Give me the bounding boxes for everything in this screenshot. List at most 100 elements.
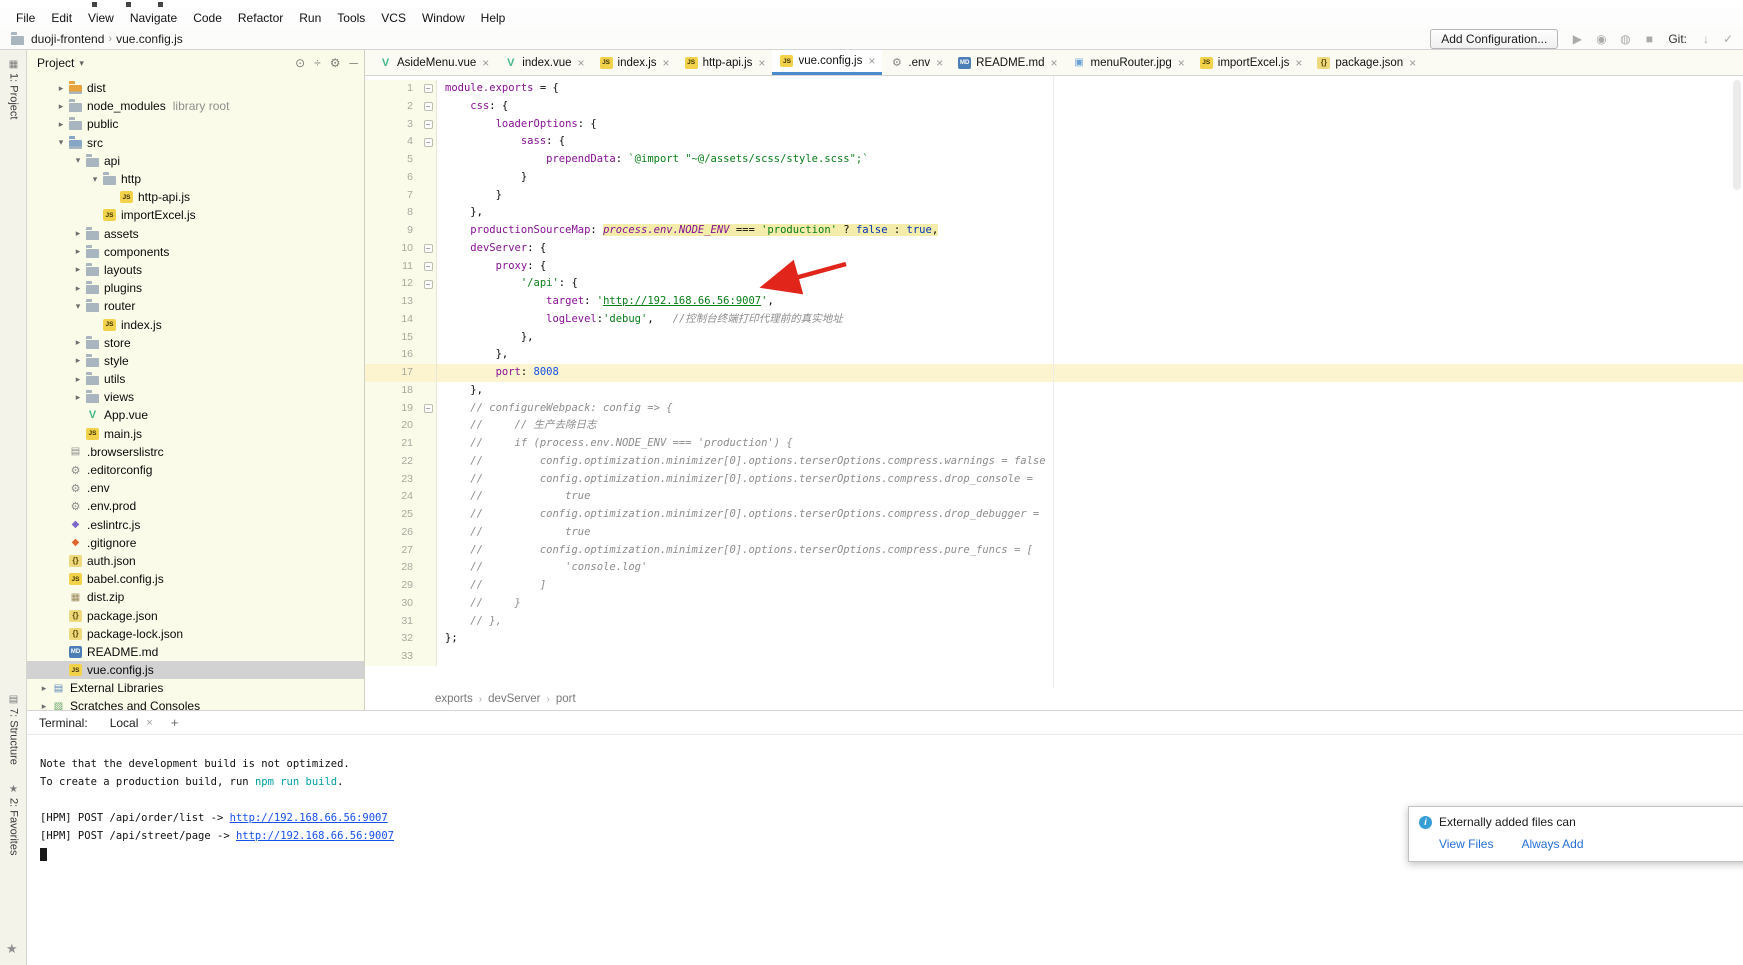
tree-item-babel-config-js[interactable]: JSbabel.config.js — [27, 570, 364, 588]
tab-readme-md[interactable]: MDREADME.md× — [950, 50, 1064, 75]
tree-item-eslintrc-js[interactable]: ◆.eslintrc.js — [27, 516, 364, 534]
tree-item-env[interactable]: ⚙.env — [27, 479, 364, 497]
code-line-23[interactable]: 23 // config.optimization.minimizer[0].o… — [365, 471, 1743, 489]
fold-marker[interactable]: − — [420, 84, 436, 93]
chevron-right-icon[interactable]: ▸ — [71, 228, 85, 239]
fold-icon[interactable]: − — [424, 138, 433, 147]
fold-icon[interactable]: − — [424, 102, 433, 111]
tree-item-external-libraries[interactable]: ▸▤External Libraries — [27, 679, 364, 697]
tree-item-node-modules[interactable]: ▸node_moduleslibrary root — [27, 97, 364, 115]
tree-item-components[interactable]: ▸components — [27, 243, 364, 261]
code-line-2[interactable]: 2− css: { — [365, 98, 1743, 116]
breadcrumb-devserver[interactable]: devServer — [486, 693, 542, 705]
code-editor[interactable]: 1−module.exports = {2− css: {3− loaderOp… — [365, 76, 1743, 688]
fold-marker[interactable]: − — [420, 138, 436, 147]
chevron-right-icon[interactable]: ▸ — [37, 701, 51, 710]
tool-window-button-1-project[interactable]: ▦1: Project — [0, 56, 27, 119]
chevron-right-icon[interactable]: ▸ — [71, 246, 85, 257]
tab-menurouter-jpg[interactable]: ▣menuRouter.jpg× — [1065, 50, 1192, 75]
tree-item-auth-json[interactable]: {}auth.json — [27, 552, 364, 570]
breadcrumb-exports[interactable]: exports — [433, 693, 475, 705]
tab-package-json[interactable]: {}package.json× — [1309, 50, 1423, 75]
code-line-6[interactable]: 6 } — [365, 169, 1743, 187]
settings-icon[interactable]: ⚙ — [330, 56, 341, 70]
code-line-33[interactable]: 33 — [365, 648, 1743, 666]
code-line-8[interactable]: 8 }, — [365, 204, 1743, 222]
tree-item-index-js[interactable]: JSindex.js — [27, 315, 364, 333]
debug-icon[interactable]: ◉ — [1592, 32, 1610, 46]
profile-icon[interactable]: ◍ — [1616, 32, 1634, 46]
chevron-down-icon[interactable]: ▾ — [71, 301, 85, 312]
tree-item-app-vue[interactable]: VApp.vue — [27, 406, 364, 424]
terminal-tab-local[interactable]: Local × — [106, 714, 157, 732]
favorites-star-icon[interactable]: ★ — [6, 941, 18, 957]
git-update-icon[interactable]: ↓ — [1697, 32, 1715, 46]
notification-action-always-add[interactable]: Always Add — [1521, 837, 1583, 851]
chevron-right-icon[interactable]: ▸ — [71, 392, 85, 403]
tree-item-package-lock-json[interactable]: {}package-lock.json — [27, 625, 364, 643]
chevron-right-icon[interactable]: ▸ — [54, 83, 68, 94]
tab-importexcel-js[interactable]: JSimportExcel.js× — [1192, 50, 1310, 75]
tree-item-browserslistrc[interactable]: ▤.browserslistrc — [27, 443, 364, 461]
tree-item-api[interactable]: ▾api — [27, 152, 364, 170]
tree-item-http[interactable]: ▾http — [27, 170, 364, 188]
add-configuration-button[interactable]: Add Configuration... — [1430, 29, 1558, 49]
menu-item-window[interactable]: Window — [414, 9, 473, 27]
fold-marker[interactable]: − — [420, 280, 436, 289]
code-line-4[interactable]: 4− sass: { — [365, 133, 1743, 151]
code-line-17[interactable]: 17 port: 8008 — [365, 364, 1743, 382]
menu-item-vcs[interactable]: VCS — [373, 9, 414, 27]
new-terminal-button[interactable]: + — [171, 715, 179, 730]
code-line-9[interactable]: 9 productionSourceMap: process.env.NODE_… — [365, 222, 1743, 240]
tree-item-vue-config-js[interactable]: JSvue.config.js — [27, 661, 364, 679]
breadcrumb-port[interactable]: port — [554, 693, 578, 705]
close-icon[interactable]: × — [758, 56, 765, 70]
code-line-28[interactable]: 28 // 'console.log' — [365, 559, 1743, 577]
menu-item-file[interactable]: File — [8, 9, 43, 27]
tree-item-gitignore[interactable]: ◆.gitignore — [27, 534, 364, 552]
tree-item-views[interactable]: ▸views — [27, 388, 364, 406]
code-line-7[interactable]: 7 } — [365, 187, 1743, 205]
tree-item-scratches-and-consoles[interactable]: ▸▧Scratches and Consoles — [27, 697, 364, 710]
tree-item-env-prod[interactable]: ⚙.env.prod — [27, 497, 364, 515]
locate-icon[interactable]: ⊙ — [295, 56, 305, 70]
chevron-right-icon[interactable]: ▸ — [71, 337, 85, 348]
terminal-title[interactable]: Terminal: — [39, 716, 88, 730]
chevron-right-icon[interactable]: ▸ — [71, 355, 85, 366]
menu-item-code[interactable]: Code — [185, 9, 230, 27]
code-line-25[interactable]: 25 // config.optimization.minimizer[0].o… — [365, 506, 1743, 524]
tree-item-dist[interactable]: ▸dist — [27, 79, 364, 97]
project-panel-title[interactable]: Project — [37, 56, 74, 70]
chevron-right-icon[interactable]: ▸ — [71, 264, 85, 275]
menu-item-navigate[interactable]: Navigate — [122, 9, 185, 27]
chevron-right-icon[interactable]: ▸ — [37, 683, 51, 694]
code-line-26[interactable]: 26 // true — [365, 524, 1743, 542]
fold-icon[interactable]: − — [424, 280, 433, 289]
fold-icon[interactable]: − — [424, 120, 433, 129]
close-icon[interactable]: × — [1409, 56, 1416, 70]
code-line-32[interactable]: 32}; — [365, 630, 1743, 648]
fold-marker[interactable]: − — [420, 244, 436, 253]
chevron-down-icon[interactable]: ▾ — [54, 137, 68, 148]
close-icon[interactable]: × — [1051, 56, 1058, 70]
tree-item-src[interactable]: ▾src — [27, 134, 364, 152]
code-line-21[interactable]: 21 // if (process.env.NODE_ENV === 'prod… — [365, 435, 1743, 453]
close-icon[interactable]: × — [936, 56, 943, 70]
editor-scrollbar[interactable] — [1733, 80, 1741, 190]
code-line-22[interactable]: 22 // config.optimization.minimizer[0].o… — [365, 453, 1743, 471]
tab-index-js[interactable]: JSindex.js× — [592, 50, 677, 75]
tree-item-main-js[interactable]: JSmain.js — [27, 425, 364, 443]
code-line-27[interactable]: 27 // config.optimization.minimizer[0].o… — [365, 542, 1743, 560]
fold-marker[interactable]: − — [420, 102, 436, 111]
tree-item-dist-zip[interactable]: ▦dist.zip — [27, 588, 364, 606]
tab-index-vue[interactable]: Vindex.vue× — [496, 50, 591, 75]
git-commit-icon[interactable]: ✓ — [1719, 32, 1737, 46]
notification-action-view-files[interactable]: View Files — [1439, 837, 1493, 851]
tab-vue-config-js[interactable]: JSvue.config.js× — [772, 50, 882, 75]
tree-item-router[interactable]: ▾router — [27, 297, 364, 315]
code-line-19[interactable]: 19− // configureWebpack: config => { — [365, 400, 1743, 418]
breadcrumb-project[interactable]: duoji-frontend — [31, 32, 104, 46]
menu-item-help[interactable]: Help — [473, 9, 514, 27]
tab-http-api-js[interactable]: JShttp-api.js× — [677, 50, 773, 75]
terminal-link[interactable]: http://192.168.66.56:9007 — [230, 812, 388, 824]
